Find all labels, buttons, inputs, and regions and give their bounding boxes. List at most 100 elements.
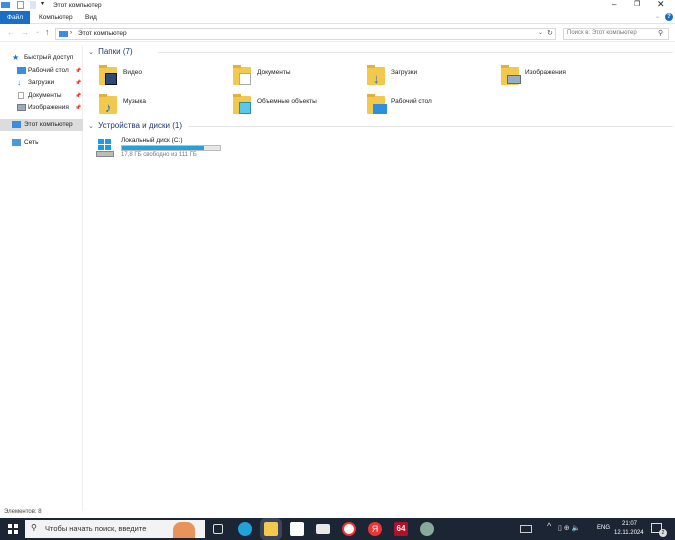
up-button[interactable]: ↑ [45, 27, 50, 37]
clock-time[interactable]: 21:07 [622, 521, 637, 527]
yandex-browser-icon[interactable] [342, 522, 356, 536]
tab-file[interactable]: Файл [0, 11, 30, 24]
folder-3d-objects[interactable]: Объемные объекты [233, 94, 363, 122]
folder-label: Рабочий стол [391, 98, 432, 105]
folder-pictures[interactable]: Изображения [501, 65, 631, 93]
nav-pictures[interactable]: Изображения 📌 [0, 102, 83, 114]
cube-icon [239, 102, 251, 114]
video-icon [105, 73, 117, 85]
history-dropdown-icon[interactable]: ⌄ [538, 29, 543, 36]
nav-label: Этот компьютер [24, 121, 73, 128]
pc-icon [1, 2, 10, 8]
drives-group-header[interactable]: ⌄ Устройства и диски (1) [88, 121, 673, 130]
close-button[interactable]: ✕ [657, 0, 665, 10]
desktop-icon [373, 104, 387, 114]
drive-c[interactable]: Локальный диск (C:) 17,8 ГБ свободно из … [94, 136, 234, 162]
nav-label: Сеть [24, 139, 39, 146]
clock-date[interactable]: 12.11.2024 [614, 530, 644, 536]
new-folder-icon[interactable] [30, 1, 36, 9]
pin-icon[interactable]: 📌 [75, 90, 81, 102]
address-input[interactable]: › Этот компьютер ⌄ ↻ [55, 28, 556, 40]
store-icon[interactable] [290, 522, 304, 536]
pictures-icon [507, 75, 521, 84]
customize-qat-icon[interactable]: ▾ [41, 0, 44, 7]
app-icon[interactable] [420, 522, 434, 536]
title-bar: ▾ Этот компьютер – ❐ ✕ [0, 0, 675, 11]
keyboard-icon[interactable] [520, 525, 532, 533]
recent-dropdown[interactable]: ⌄ [35, 28, 40, 35]
nav-this-pc[interactable]: Этот компьютер [0, 119, 83, 131]
nav-downloads[interactable]: ↓ Загрузки 📌 [0, 77, 83, 89]
back-button[interactable]: ← [7, 28, 15, 37]
desktop-icon [17, 67, 26, 74]
address-bar-row: ← → ⌄ ↑ › Этот компьютер ⌄ ↻ Поиск в: Эт… [0, 26, 675, 42]
search-icon: ⚲ [31, 523, 37, 532]
help-icon[interactable]: ? [665, 13, 673, 21]
notification-count: 2 [659, 529, 667, 537]
nav-network[interactable]: Сеть [0, 137, 83, 149]
tray-icons[interactable]: ▯ ⊕ 🔈 [558, 524, 580, 532]
show-hidden-icons[interactable]: ^ [547, 521, 551, 531]
start-button[interactable] [8, 524, 18, 534]
expand-ribbon-icon[interactable]: ⌄ [655, 13, 660, 20]
folder-downloads[interactable]: ↓ Загрузки [367, 65, 497, 93]
chevron-right-icon[interactable]: › [70, 30, 72, 36]
address-path: Этот компьютер [78, 30, 127, 37]
file-explorer-icon[interactable] [264, 522, 278, 536]
edge-icon[interactable] [238, 522, 252, 536]
folder-music[interactable]: ♪ Музыка [99, 94, 229, 122]
group-title: Устройства и диски (1) [98, 121, 182, 130]
folder-videos[interactable]: Видео [99, 65, 229, 93]
nav-label: Загрузки [28, 79, 55, 86]
nav-documents[interactable]: Документы 📌 [0, 90, 83, 102]
network-icon [12, 139, 21, 146]
pc-icon [59, 31, 68, 37]
chevron-down-icon: ⌄ [88, 123, 94, 130]
drive-usage-bar [121, 145, 221, 151]
tab-view[interactable]: Вид [78, 11, 104, 24]
task-view-icon[interactable] [213, 524, 223, 534]
taskbar-search[interactable]: ⚲ Чтобы начать поиск, введите [25, 520, 205, 538]
status-bar: Элементов: 8 [4, 509, 42, 515]
download-icon: ↓ [17, 78, 21, 87]
folder-documents[interactable]: Документы [233, 65, 363, 93]
star-icon: ★ [12, 53, 20, 62]
folder-label: Музыка [123, 98, 146, 105]
ribbon-tabs: Файл Компьютер Вид ⌄ ? [0, 11, 675, 24]
nav-quick-access[interactable]: ★ Быстрый доступ [0, 52, 83, 64]
drive-label: Локальный диск (C:) [121, 137, 183, 144]
pc-icon [12, 121, 21, 128]
group-title: Папки (7) [98, 47, 133, 56]
refresh-icon[interactable]: ↻ [547, 29, 553, 37]
nav-desktop[interactable]: Рабочий стол 📌 [0, 65, 83, 77]
taskbar-search-placeholder: Чтобы начать поиск, введите [45, 524, 147, 533]
folder-label: Загрузки [391, 69, 418, 76]
mail-icon[interactable] [316, 524, 330, 534]
search-highlight-icon [173, 522, 195, 538]
forward-button[interactable]: → [21, 28, 29, 37]
pin-icon[interactable]: 📌 [75, 65, 81, 77]
nav-label: Изображения [28, 104, 69, 111]
download-icon: ↓ [373, 71, 380, 86]
yandex-icon[interactable]: Я [368, 522, 382, 536]
nav-label: Быстрый доступ [24, 54, 74, 61]
windows-drive-icon [96, 139, 114, 157]
pin-icon[interactable]: 📌 [75, 102, 81, 114]
nav-label: Рабочий стол [28, 67, 69, 74]
tab-computer[interactable]: Компьютер [32, 11, 80, 24]
chevron-down-icon: ⌄ [88, 49, 94, 56]
properties-icon[interactable] [17, 1, 24, 9]
pin-icon[interactable]: 📌 [75, 77, 81, 89]
folder-label: Видео [123, 69, 142, 76]
folder-desktop[interactable]: Рабочий стол [367, 94, 497, 122]
folder-label: Объемные объекты [257, 98, 317, 105]
search-input[interactable]: Поиск в: Этот компьютер ⚲ [563, 28, 669, 40]
document-icon [18, 92, 24, 99]
language-indicator[interactable]: ENG [597, 525, 610, 531]
maximize-button[interactable]: ❐ [634, 0, 640, 8]
folders-group-header[interactable]: ⌄ Папки (7) [88, 47, 673, 56]
document-icon [239, 73, 251, 85]
minimize-button[interactable]: – [612, 0, 616, 9]
app-64-icon[interactable]: 64 [394, 522, 408, 536]
navigation-pane: ★ Быстрый доступ Рабочий стол 📌 ↓ Загрузки 📌… [0, 46, 83, 511]
